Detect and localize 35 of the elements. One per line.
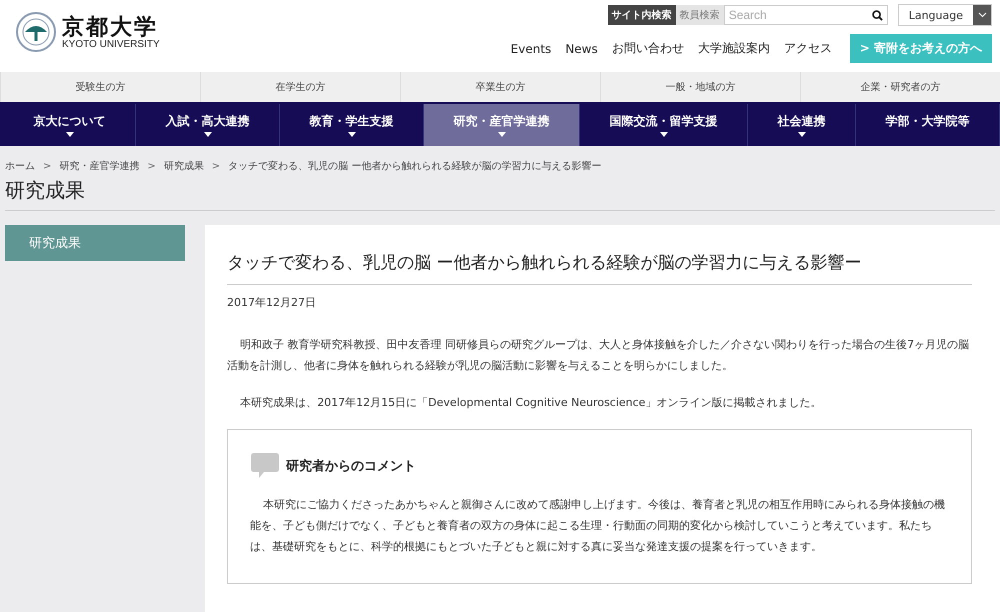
nav-tab[interactable]: 社会連携 bbox=[748, 104, 856, 146]
article-paragraph: 本研究成果は、2017年12月15日に「Developmental Cognitive Neuroscience」オンライン版に掲載されました。 bbox=[239, 395, 822, 411]
nav-tab[interactable]: 京大について bbox=[4, 104, 136, 146]
search-tab[interactable]: サイト内検索 bbox=[608, 5, 676, 25]
comment-heading: 研究者からのコメント bbox=[286, 458, 416, 475]
header-link[interactable]: アクセス bbox=[784, 40, 832, 57]
breadcrumb-separator: > bbox=[147, 160, 156, 172]
search-icon[interactable] bbox=[872, 10, 883, 21]
page-title: 研究成果 bbox=[5, 177, 995, 211]
header-link[interactable]: News bbox=[565, 42, 598, 56]
header-link[interactable]: お問い合わせ bbox=[612, 40, 684, 57]
article-date: 2017年12月27日 bbox=[227, 295, 317, 310]
language-dropdown[interactable]: Language bbox=[898, 4, 992, 26]
breadcrumb-link[interactable]: ホーム bbox=[5, 159, 35, 173]
breadcrumb-link[interactable]: 研究成果 bbox=[164, 159, 204, 173]
comment-text: 本研究にご協力くださったあかちゃんと親御さんに改めて感謝申し上げます。今後は、養育者と乳児の相互作用時にみられる身体接触の機能を、子ども側だけでなく、子どもと養育者の双方の身体に起こる生理・行動面の同期的変化から検討していこうと考えています。私たちは、基礎研究をもとに、科学的根拠にもとづいた子どもと親に対する真に妥当な発達支援の提案を行っていきます。 bbox=[250, 497, 946, 555]
header-link[interactable]: 大学施設案内 bbox=[698, 40, 770, 57]
logo-subtitle: KYOTO UNIVERSITY bbox=[62, 38, 160, 50]
speech-bubble-icon bbox=[250, 452, 280, 480]
nav-tab[interactable]: 研究・産官学連携 bbox=[424, 104, 580, 146]
breadcrumb-separator: > bbox=[43, 160, 52, 172]
chevron-down-icon bbox=[978, 12, 986, 18]
article-paragraph: 明和政子 教育学研究科教授、田中友香理 同研修員らの研究グループは、大人と身体接触を介した／介さない関わりを行った場合の生後7ヶ月児の脳活動を計測し、他者に身体を触れられる経験が乳児の脳活動に影響を与えることを明らかにしました。 bbox=[227, 337, 970, 374]
logo-title: 京都大学 bbox=[62, 14, 159, 38]
nav-tab[interactable]: 国際交流・留学支援 bbox=[580, 104, 748, 146]
header-link[interactable]: Events bbox=[510, 42, 552, 56]
breadcrumb-separator: > bbox=[212, 160, 220, 172]
search-field[interactable]: Search bbox=[724, 5, 888, 25]
search-tab[interactable]: 教員検索 bbox=[676, 5, 724, 25]
breadcrumb-link[interactable]: タッチで変わる、乳児の脳 ー他者から触れられる経験が脳の学習力に与える影響ー bbox=[228, 159, 602, 173]
university-seal-icon bbox=[16, 12, 56, 52]
article-title: タッチで変わる、乳児の脳 ー他者から触れられる経験が脳の学習力に与える影響ー bbox=[227, 247, 972, 285]
nav-tab[interactable]: 入試・高大連携 bbox=[136, 104, 280, 146]
nav-tab[interactable]: 学部・大学院等 bbox=[856, 104, 1000, 146]
breadcrumb-link[interactable]: 研究・産官学連携 bbox=[59, 159, 140, 173]
